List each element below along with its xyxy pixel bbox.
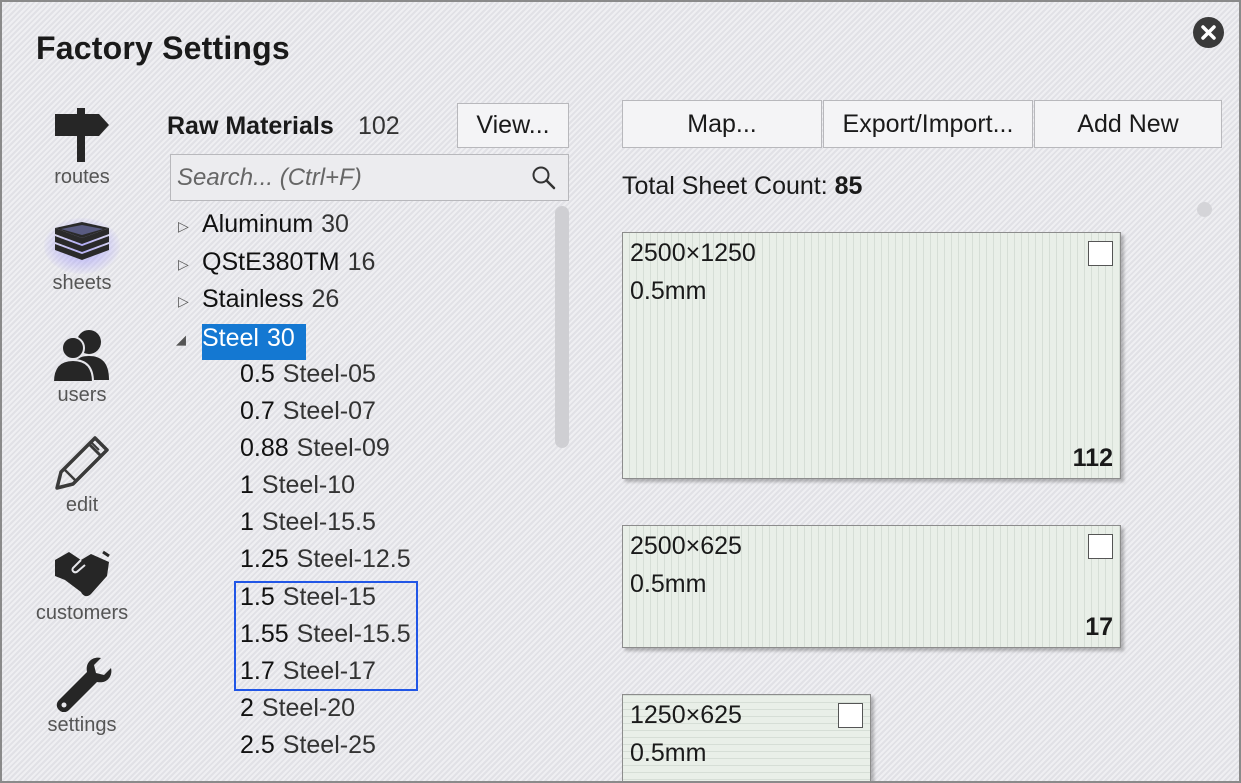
pencil-icon [55,436,109,490]
tree-group-count: 30 [321,210,349,238]
tree-scrollbar[interactable] [555,206,569,448]
sheet-card[interactable]: 2500×625 0.5mm 17 [622,525,1121,648]
tree-item-name: Steel-09 [296,434,390,462]
total-sheet-count-value: 85 [834,172,863,200]
sheet-checkbox[interactable] [1088,241,1113,266]
tree-item[interactable]: 2 Steel-20 [240,694,355,730]
tree-item-thickness: 1.25 [240,545,289,573]
tree-item[interactable]: 1 Steel-10 [240,471,355,507]
tree-item-name: Steel-12.5 [296,545,411,573]
view-button[interactable]: View... [457,103,569,148]
tree-item-thickness: 0.88 [240,434,289,462]
tree-group-label: Stainless [202,285,304,313]
nav-label-settings: settings [47,714,117,736]
nav-item-sheets[interactable]: sheets [22,218,142,295]
total-sheet-count: Total Sheet Count: 85 [622,172,862,201]
stacked-sheets-icon [55,222,109,260]
sheet-checkbox[interactable] [838,703,863,728]
tree-item-name: Steel-05 [282,360,376,388]
search-box [170,154,569,201]
total-sheet-count-label: Total Sheet Count: [622,172,828,200]
sheet-dimensions: 2500×625 [630,532,742,560]
export-import-button[interactable]: Export/Import... [823,100,1033,148]
sheet-checkbox[interactable] [1088,534,1113,559]
tree-group-steel[interactable]: Steel 30 [202,324,306,360]
window-title: Factory Settings [36,30,290,66]
nav-item-edit[interactable]: edit [22,434,142,517]
close-icon [1201,25,1216,40]
add-new-button[interactable]: Add New [1034,100,1222,148]
tree-group-label: QStE380TM [202,248,340,276]
sheet-quantity: 17 [1085,613,1113,641]
collapse-arrow-icon[interactable]: ◢ [176,332,186,348]
factory-settings-window: Factory Settings routes sheets users edi… [0,0,1241,783]
tree-group-count: 16 [347,248,376,276]
sheet-thickness: 0.5mm [630,739,707,767]
expand-arrow-icon[interactable]: ▷ [178,256,189,273]
tree-item-name: Steel-10 [261,471,356,499]
tree-item-thickness: 2.5 [240,731,275,759]
search-icon[interactable] [530,164,558,192]
nav-label-customers: customers [35,602,129,624]
tree-item-thickness: 1 [240,471,254,499]
nav-item-customers[interactable]: customers [22,546,142,625]
nav-label-edit: edit [65,494,99,516]
nav-item-settings[interactable]: settings [22,654,142,737]
sheet-card[interactable]: 1250×625 0.5mm [622,694,871,781]
tree-group-label: Steel [202,324,259,352]
nav-label-routes: routes [54,166,110,188]
tree-item[interactable]: 2.5 Steel-25 [240,731,376,766]
sheet-thickness: 0.5mm [630,277,707,305]
tree-item-name: Steel-20 [261,694,356,722]
nav-label-users: users [57,384,107,406]
highlight-box [234,581,418,691]
tree-item-name: Steel-15.5 [261,508,376,536]
tree-item-thickness: 2 [240,694,254,722]
handshake-icon [55,550,110,597]
nav-label-sheets: sheets [52,272,112,294]
users-icon [51,330,109,382]
close-button[interactable] [1193,17,1224,48]
sheet-quantity: 112 [1072,444,1113,472]
tree-item[interactable]: 0.5 Steel-05 [240,360,376,396]
search-input[interactable] [177,159,517,197]
tree-item[interactable]: 1.25 Steel-12.5 [240,545,411,581]
nav-item-users[interactable]: users [22,326,142,407]
sheet-dimensions: 2500×1250 [630,239,756,267]
map-button[interactable]: Map... [622,100,822,148]
tree-item[interactable]: 1 Steel-15.5 [240,508,376,544]
expand-arrow-icon[interactable]: ▷ [178,293,189,310]
tree-group-count: 26 [311,285,340,313]
scroll-indicator [1197,202,1212,217]
tree-item-name: Steel-25 [282,731,376,759]
tree-group-count: 30 [266,324,295,352]
tree-group-label: Aluminum [202,210,314,238]
tree-item-thickness: 1 [240,508,254,536]
tree-item[interactable]: 0.7 Steel-07 [240,397,376,433]
wrench-icon [56,657,112,712]
tree-item[interactable]: 0.88 Steel-09 [240,434,390,470]
expand-arrow-icon[interactable]: ▷ [178,218,189,235]
tree-item-name: Steel-07 [282,397,376,425]
tree-item-thickness: 0.7 [240,397,275,425]
tree-item-thickness: 0.5 [240,360,275,388]
sheet-dimensions: 1250×625 [630,701,742,729]
raw-materials-title: Raw Materials [167,112,334,140]
sheet-thickness: 0.5mm [630,570,707,598]
signpost-icon [55,108,109,162]
raw-materials-count: 102 [358,112,400,140]
nav-item-routes[interactable]: routes [22,106,142,189]
sheet-card[interactable]: 2500×1250 0.5mm 112 [622,232,1121,479]
